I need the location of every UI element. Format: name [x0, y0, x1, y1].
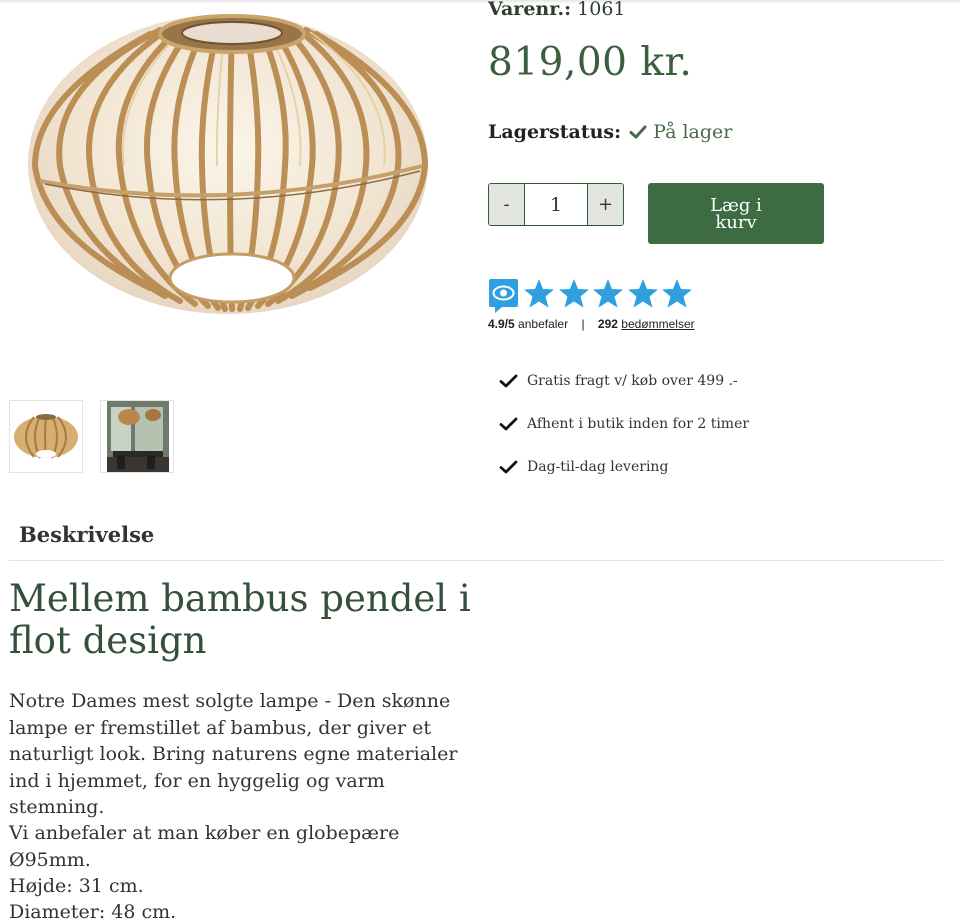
tab-description[interactable]: Beskrivelse — [19, 522, 154, 547]
check-icon — [499, 460, 518, 474]
sku: Varenr.: 1061 — [488, 0, 626, 20]
description-recommendation: Vi anbefaler at man køber en globepære Ø… — [9, 822, 400, 871]
check-icon — [499, 374, 518, 388]
stock-status: Lagerstatus: På lager — [488, 121, 732, 143]
thumbnail-pendant[interactable] — [9, 400, 83, 473]
usp-label: Gratis fragt v/ køb over 499 .- — [527, 373, 738, 389]
quantity-stepper: - + — [488, 183, 624, 226]
add-to-cart-button[interactable]: Læg i kurv — [648, 183, 824, 244]
usp-label: Afhent i butik inden for 2 timer — [527, 416, 750, 432]
check-icon — [499, 417, 518, 431]
stock-label: Lagerstatus: — [488, 121, 622, 143]
rating-count: 292 — [597, 317, 618, 331]
quantity-decrease-button[interactable]: - — [489, 184, 525, 225]
description-paragraph: Notre Dames mest solgte lampe - Den skøn… — [9, 690, 458, 818]
product-image[interactable] — [20, 6, 440, 326]
star-icon — [524, 279, 554, 308]
description-heading: Mellem bambus pendel i flot design — [9, 577, 471, 662]
usp-label: Dag-til-dag levering — [527, 459, 669, 475]
sku-value: 1061 — [577, 0, 626, 20]
star-icon — [662, 279, 692, 308]
header-shadow — [0, 0, 960, 4]
thumbnail-room[interactable] — [100, 400, 174, 473]
rating-score: 4.9/5 — [488, 317, 515, 331]
quantity-input[interactable] — [525, 184, 587, 225]
reviews-link[interactable]: bedømmelser — [621, 317, 694, 331]
spec-diameter: Diameter: 48 cm. — [9, 901, 177, 923]
rating-summary: 4.9/5 anbefaler | 292 bedømmelser — [488, 317, 695, 331]
star-icon — [593, 279, 623, 308]
quantity-increase-button[interactable]: + — [587, 184, 623, 225]
usp-item: Gratis fragt v/ køb over 499 .- — [499, 373, 738, 389]
product-price: 819,00 kr. — [488, 40, 693, 85]
usp-item: Afhent i butik inden for 2 timer — [499, 416, 749, 432]
add-to-cart-label: Læg i kurv — [710, 194, 762, 233]
stock-value: På lager — [653, 121, 733, 143]
spec-height: Højde: 31 cm. — [9, 875, 144, 897]
sku-label: Varenr.: — [488, 0, 572, 20]
usp-item: Dag-til-dag levering — [499, 459, 668, 475]
rating-recommends: anbefaler — [518, 317, 569, 331]
star-icon — [628, 279, 658, 308]
divider — [9, 560, 943, 561]
star-icon — [559, 279, 589, 308]
review-eye-icon — [489, 279, 518, 313]
check-icon — [629, 125, 647, 139]
rating-separator: | — [581, 317, 585, 331]
